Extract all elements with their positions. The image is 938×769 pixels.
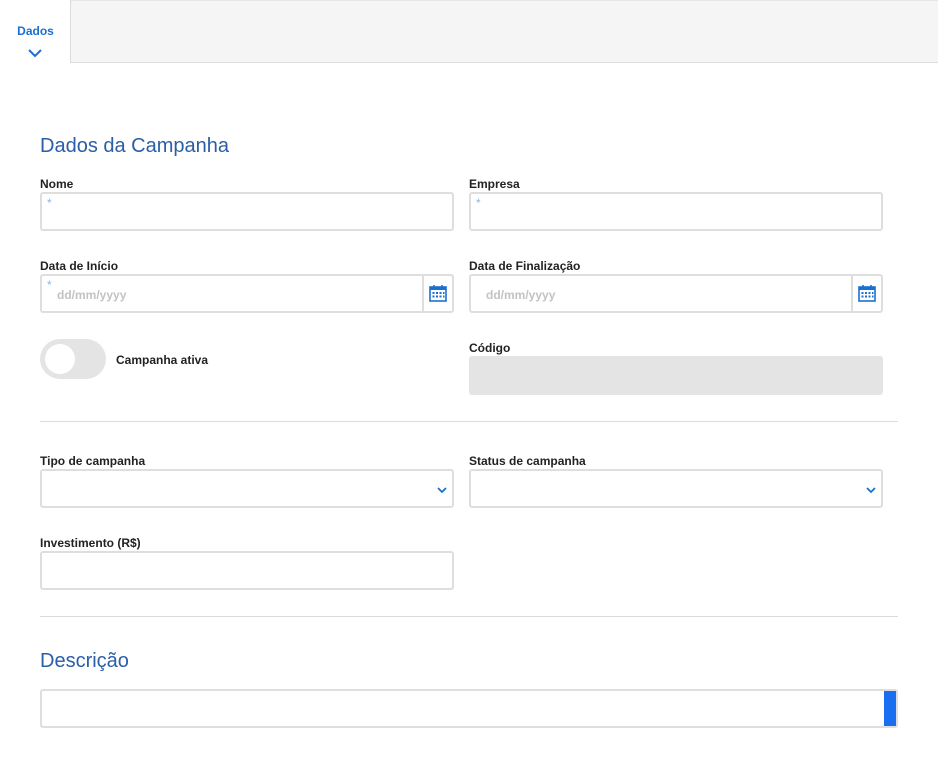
- required-mark: *: [476, 196, 481, 210]
- codigo-label: Código: [469, 341, 511, 355]
- tab-bar-background: [71, 0, 938, 63]
- tab-bar: Dados: [0, 0, 938, 63]
- required-mark: *: [47, 196, 52, 210]
- codigo-input: [469, 356, 883, 395]
- section-title-dados-campanha: Dados da Campanha: [40, 135, 230, 157]
- section-divider: [40, 616, 898, 617]
- chevron-down-icon: [28, 49, 42, 58]
- status-campanha-select[interactable]: [469, 469, 883, 508]
- data-inicio-label: Data de Início: [40, 259, 119, 273]
- section-title-descricao: Descrição: [40, 650, 129, 672]
- nome-input[interactable]: *: [40, 192, 454, 231]
- data-finalizacao-calendar-button[interactable]: [851, 276, 881, 311]
- status-campanha-label: Status de campanha: [469, 454, 586, 468]
- descricao-input[interactable]: [40, 689, 898, 728]
- chevron-down-icon: [437, 487, 447, 494]
- tab-dados-label: Dados: [17, 24, 54, 38]
- tab-dados[interactable]: Dados: [0, 0, 71, 63]
- section-divider: [40, 421, 898, 422]
- data-inicio-calendar-button[interactable]: [422, 276, 452, 311]
- empresa-input[interactable]: *: [469, 192, 883, 231]
- investimento-input[interactable]: [40, 551, 454, 590]
- chevron-down-icon: [866, 487, 876, 494]
- data-inicio-placeholder: dd/mm/yyyy: [57, 288, 127, 302]
- calendar-icon: [429, 285, 447, 302]
- campanha-ativa-label: Campanha ativa: [116, 353, 209, 367]
- toggle-knob: [45, 344, 75, 374]
- data-finalizacao-input[interactable]: dd/mm/yyyy: [469, 274, 883, 313]
- tipo-campanha-label: Tipo de campanha: [40, 454, 146, 468]
- data-inicio-input[interactable]: * dd/mm/yyyy: [40, 274, 454, 313]
- nome-label: Nome: [40, 177, 74, 191]
- calendar-icon: [858, 285, 876, 302]
- required-mark: *: [47, 278, 52, 292]
- empresa-label: Empresa: [469, 177, 520, 191]
- campanha-ativa-toggle[interactable]: [40, 339, 106, 379]
- data-finalizacao-label: Data de Finalização: [469, 259, 581, 273]
- tipo-campanha-select[interactable]: [40, 469, 454, 508]
- investimento-label: Investimento (R$): [40, 536, 141, 550]
- data-finalizacao-placeholder: dd/mm/yyyy: [486, 288, 556, 302]
- descricao-scroll-handle[interactable]: [884, 691, 896, 726]
